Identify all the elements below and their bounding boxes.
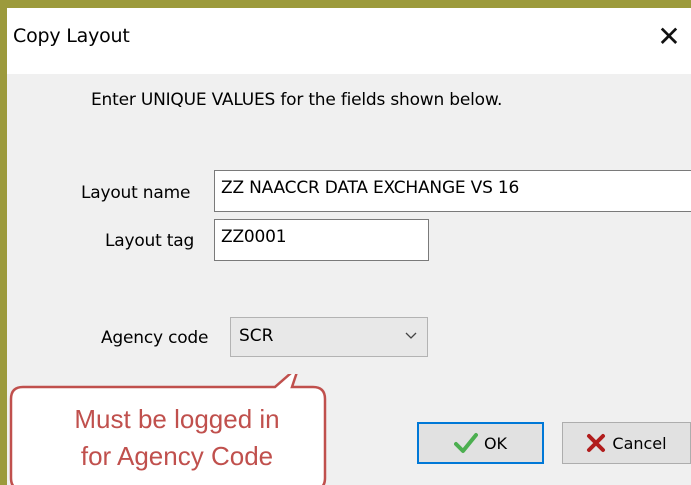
ok-label: OK	[483, 433, 508, 453]
layout-name-input[interactable]: ZZ NAACCR DATA EXCHANGE VS 16	[214, 170, 691, 212]
cancel-button[interactable]: Cancel	[562, 422, 691, 464]
layout-tag-label: Layout tag	[105, 231, 195, 251]
dialog-body: Enter UNIQUE VALUES for the fields shown…	[7, 74, 691, 485]
cancel-label: Cancel	[612, 433, 667, 453]
agency-code-select[interactable]: SCR	[230, 317, 428, 357]
close-icon: ✕	[657, 19, 681, 53]
callout-line-1: Must be logged in	[74, 404, 280, 434]
instruction-text: Enter UNIQUE VALUES for the fields shown…	[91, 90, 503, 110]
ok-button[interactable]: OK	[417, 422, 544, 464]
agency-code-value: SCR	[239, 326, 274, 346]
dialog-title: Copy Layout	[13, 25, 130, 47]
copy-layout-dialog: Copy Layout ✕ Enter UNIQUE VALUES for th…	[7, 8, 691, 485]
x-icon	[587, 434, 606, 452]
layout-name-label: Layout name	[81, 183, 191, 203]
agency-code-label: Agency code	[101, 328, 209, 348]
checkmark-icon	[453, 433, 478, 453]
callout-line-2: for Agency Code	[80, 441, 274, 471]
chevron-down-icon	[405, 332, 417, 339]
title-bar: Copy Layout ✕	[7, 8, 691, 74]
close-button[interactable]: ✕	[647, 10, 691, 62]
callout-text: Must be logged in for Agency Code	[29, 401, 325, 475]
layout-tag-input[interactable]: ZZ0001	[214, 219, 429, 261]
